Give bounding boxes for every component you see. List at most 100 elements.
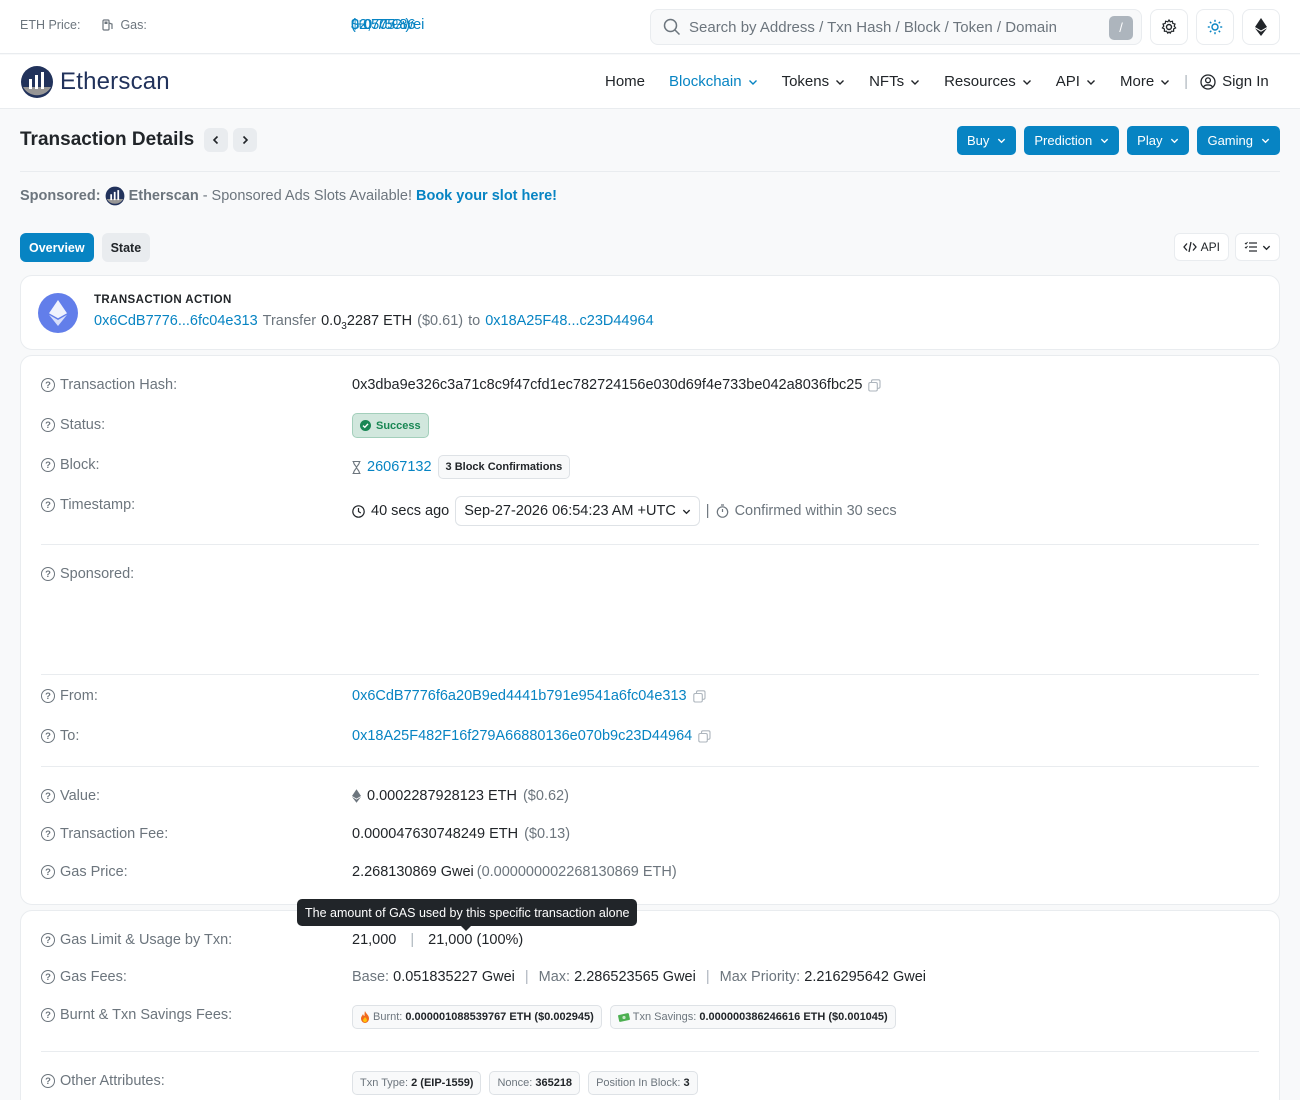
prediction-button[interactable]: Prediction (1024, 126, 1120, 155)
tx-hash-value-row: 0x3dba9e326c3a71c8c9f47cfd1ec782724156e0… (352, 377, 881, 393)
nav-item-resources[interactable]: Resources (944, 73, 1032, 90)
stopwatch-icon (716, 504, 728, 518)
clock-icon (352, 504, 365, 518)
action-to-address[interactable]: 0x18A25F48...c23D44964 (485, 313, 654, 332)
sponsored-text: - Sponsored Ads Slots Available! (202, 188, 412, 204)
network-switch-button[interactable] (1242, 9, 1280, 45)
chevron-down-icon (1262, 245, 1271, 250)
book-slot-link[interactable]: Book your slot here! (416, 188, 557, 204)
section-divider (41, 674, 1259, 675)
user-circle-icon (1200, 73, 1216, 90)
hourglass-icon (352, 460, 361, 474)
help-icon[interactable]: ? (41, 418, 55, 432)
help-icon[interactable]: ? (41, 458, 55, 472)
pipe-separator: | (410, 932, 415, 948)
timestamp-text: Sep-27-2026 06:54:23 AM +UTC (464, 503, 676, 519)
other-attributes-value-row: Txn Type: 2 (EIP-1559) Nonce: 365218 Posit… (352, 1071, 698, 1095)
timestamp-row-label: ? Timestamp: (41, 497, 135, 513)
search-box: / (650, 9, 1142, 45)
txn-type-key: Txn Type: (360, 1077, 409, 1089)
button-label: Buy (966, 133, 990, 148)
from-address-link[interactable]: 0x6CdB7776f6a20B9ed4441b791e9541a6fc04e3… (352, 688, 687, 704)
max-fee-label: Max: (538, 969, 571, 985)
help-icon[interactable]: ? (41, 729, 55, 743)
eth-price-label: ETH Price: (20, 18, 81, 32)
help-icon[interactable]: ? (41, 865, 55, 879)
to-address-link[interactable]: 0x18A25F482F16f279A66880136e070b9c23D449… (352, 728, 692, 744)
burnt-value-row: Burnt: 0.000001088539767 ETH ($0.002945)… (352, 1005, 896, 1029)
copy-icon[interactable] (698, 729, 711, 743)
help-icon[interactable]: ? (41, 970, 55, 984)
theme-toggle-button[interactable] (1196, 9, 1234, 45)
action-usd: ($0.61) (417, 313, 464, 329)
label-text: Burnt & Txn Savings Fees: (60, 1007, 233, 1023)
nav-item-blockchain[interactable]: Blockchain (669, 73, 758, 90)
detail-tabs: Overview State (20, 233, 151, 262)
help-icon[interactable]: ? (41, 498, 55, 512)
api-button[interactable]: API (1173, 233, 1229, 261)
nav-item-more[interactable]: More (1120, 73, 1170, 90)
copy-icon[interactable] (692, 689, 706, 703)
tab-state[interactable]: State (101, 233, 151, 262)
timestamp-format-dropdown[interactable]: Sep-27-2026 06:54:23 AM +UTC (455, 496, 700, 526)
help-icon[interactable]: ? (41, 1074, 55, 1088)
help-icon[interactable]: ? (41, 689, 55, 703)
action-from-address[interactable]: 0x6CdB7776...6fc04e313 (94, 313, 258, 332)
action-amount: 0.032287 ETH (321, 313, 412, 332)
chevron-down-icon (682, 509, 690, 514)
help-icon[interactable]: ? (41, 567, 55, 581)
tab-overview[interactable]: Overview (20, 233, 94, 262)
help-icon[interactable]: ? (41, 933, 55, 947)
search-input[interactable] (689, 18, 1089, 36)
buy-button[interactable]: Buy (956, 126, 1017, 155)
chevron-down-icon (998, 138, 1006, 144)
nonce-key: Nonce: (497, 1077, 533, 1089)
search-shortcut-key: / (1109, 16, 1133, 40)
label-text: Value: (60, 788, 101, 804)
next-txn-button[interactable] (233, 128, 258, 152)
action-to-word: to (468, 313, 481, 329)
value-eth: 0.0002287928123 ETH (367, 788, 517, 804)
timestamp-age: 40 secs ago (371, 503, 450, 519)
label-text: Status: (60, 417, 106, 433)
txn-savings-badge: Txn Savings: 0.000000386246616 ETH ($0.0… (609, 1005, 896, 1029)
help-icon[interactable]: ? (41, 378, 55, 392)
chevron-down-icon (748, 79, 757, 85)
help-icon[interactable]: ? (41, 789, 55, 803)
timestamp-value-row: 40 secs ago Sep-27-2026 06:54:23 AM +UTC… (352, 496, 897, 526)
copy-icon[interactable] (868, 378, 881, 392)
chevron-down-icon (1086, 79, 1095, 85)
gas-fees-row-label: ? Gas Fees: (41, 969, 127, 985)
nav-item-nfts[interactable]: NFTs (869, 73, 920, 90)
fire-icon (361, 1011, 369, 1023)
amount-rest: 2287 ETH (346, 313, 413, 329)
settings-button[interactable] (1150, 9, 1188, 45)
chevron-down-icon (911, 79, 920, 85)
play-button[interactable]: Play (1127, 126, 1190, 155)
sign-in-link[interactable]: Sign In (1200, 73, 1269, 90)
nav-item-label: Blockchain (669, 73, 742, 90)
savings-key: Txn Savings: (632, 1011, 697, 1023)
nav-item-label: API (1055, 73, 1080, 90)
gas-limit: 21,000 (352, 932, 397, 948)
help-icon[interactable]: ? (41, 1008, 55, 1022)
gas-fees-value-row: Base: 0.051835227 Gwei | Max: 2.28652356… (352, 969, 926, 985)
etherscan-logo-icon (21, 66, 53, 98)
nav-item-label: Tokens (781, 73, 830, 90)
help-icon[interactable]: ? (41, 827, 55, 841)
nav-item-tokens[interactable]: Tokens (782, 73, 846, 90)
brand-logo[interactable]: Etherscan (20, 65, 170, 99)
nav-item-home[interactable]: Home (605, 73, 645, 90)
block-number-link[interactable]: 26067132 (367, 459, 432, 475)
view-options-button[interactable] (1235, 233, 1280, 261)
label-text: Gas Fees: (60, 969, 127, 985)
nav-item-api[interactable]: API (1056, 73, 1096, 90)
burnt-fees-badge: Burnt: 0.000001088539767 ETH ($0.002945) (352, 1005, 602, 1029)
gaming-button[interactable]: Gaming (1197, 126, 1280, 155)
gas-pump-icon (102, 19, 114, 31)
previous-txn-button[interactable] (204, 128, 229, 152)
gas-price-row-label: ? Gas Price: (41, 864, 128, 880)
check-circle-icon (360, 420, 371, 431)
gas-value[interactable]: 0.057 Gwei (351, 17, 424, 33)
sign-in-label: Sign In (1222, 73, 1269, 90)
